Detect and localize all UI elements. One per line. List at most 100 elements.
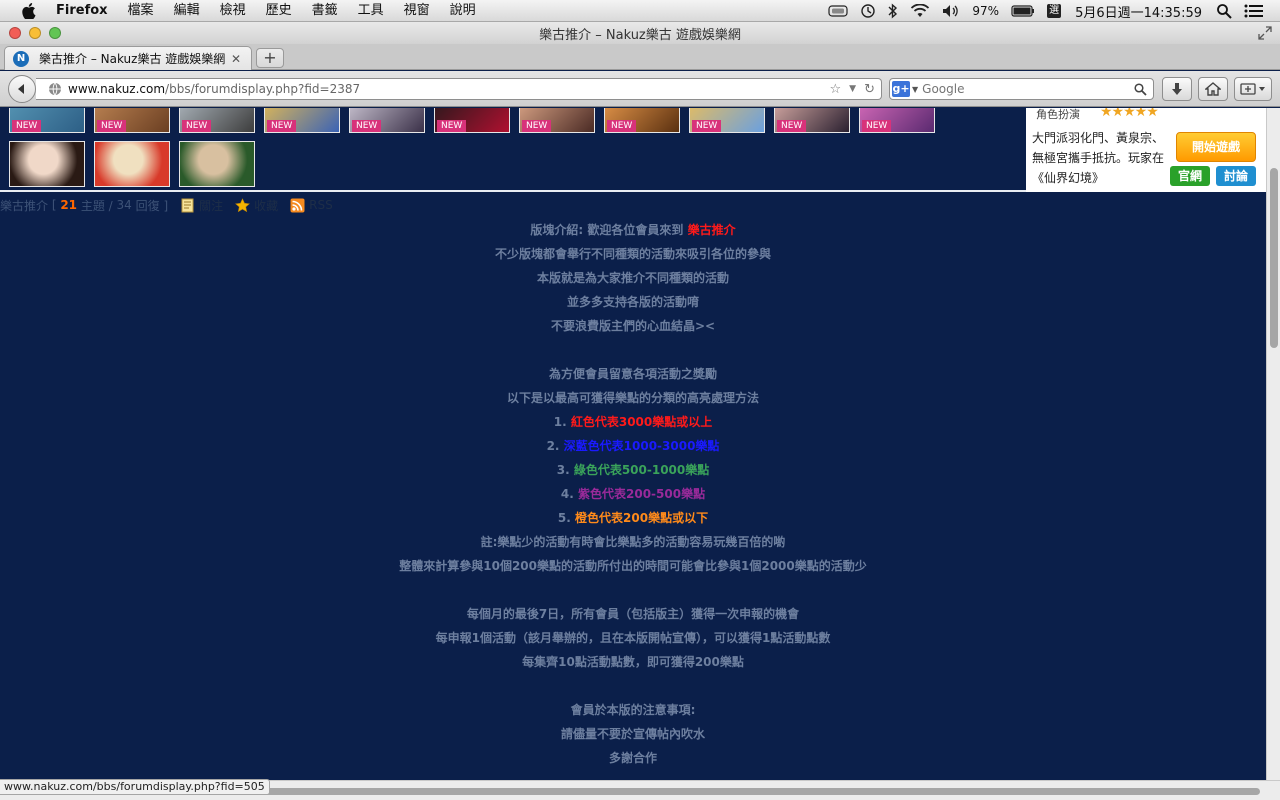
ad-rating-stars: ★★★★★ bbox=[1100, 108, 1159, 120]
reward-level-number: 3. bbox=[556, 463, 574, 477]
official-site-button[interactable]: 官網 bbox=[1170, 166, 1210, 186]
globe-icon bbox=[49, 82, 61, 96]
menu-window[interactable]: 視窗 bbox=[394, 0, 440, 22]
favorite-label: 收藏 bbox=[254, 198, 279, 213]
search-bar[interactable]: g+ ▼ bbox=[889, 78, 1154, 100]
forum-description: 版塊介紹: 歡迎各位會員來到 樂古推介 不少版塊都會舉行不同種類的活動來吸引各位… bbox=[0, 218, 1266, 770]
game-thumbnail[interactable]: NEW bbox=[434, 108, 510, 133]
reload-icon[interactable]: ↻ bbox=[864, 82, 875, 97]
vertical-scroll-thumb[interactable] bbox=[1270, 168, 1278, 348]
window-title: 樂古推介 – Nakuz樂古 遊戲娛樂網 bbox=[539, 27, 741, 43]
menu-file[interactable]: 檔案 bbox=[118, 0, 164, 22]
menu-edit[interactable]: 編輯 bbox=[164, 0, 210, 22]
menubar-clock[interactable]: 5月6日週一14:35:59 bbox=[1067, 2, 1210, 21]
reward-level-number: 5. bbox=[557, 511, 576, 525]
intro-line: 整體來計算參與10個200樂點的活動所付出的時間可能會比參與1個2000樂點的活… bbox=[399, 559, 867, 573]
home-icon bbox=[1205, 82, 1221, 96]
search-engine-icon[interactable]: g+ bbox=[892, 81, 910, 97]
volume-icon[interactable] bbox=[936, 0, 966, 22]
zoom-window-button[interactable] bbox=[49, 27, 61, 39]
search-engine-dropdown-icon[interactable]: ▼ bbox=[912, 85, 918, 94]
tab-close-icon[interactable]: ✕ bbox=[229, 52, 243, 66]
intro-line: 本版就是為大家推介不同種類的活動 bbox=[536, 271, 729, 285]
menu-tools[interactable]: 工具 bbox=[348, 0, 394, 22]
puzzle-dropdown-icon bbox=[1240, 83, 1265, 95]
reply-label: 回復 ] bbox=[131, 198, 169, 213]
game-thumbnail[interactable]: NEW bbox=[859, 108, 935, 133]
vertical-scrollbar[interactable] bbox=[1266, 108, 1280, 780]
game-thumbnail[interactable]: NEW bbox=[9, 108, 85, 133]
rss-label: RSS bbox=[309, 198, 333, 212]
search-input[interactable] bbox=[922, 82, 1134, 96]
intro-line: 為方便會員留意各項活動之獎勵 bbox=[548, 367, 717, 381]
new-badge: NEW bbox=[777, 120, 807, 132]
game-thumbnail[interactable] bbox=[9, 141, 85, 187]
reward-level-text: 橙色代表200樂點或以下 bbox=[575, 511, 709, 525]
game-thumbnail[interactable]: NEW bbox=[264, 108, 340, 133]
fullscreen-icon[interactable] bbox=[1258, 26, 1272, 40]
url-dropdown-icon[interactable]: ▼ bbox=[849, 84, 856, 94]
url-bar[interactable]: www.nakuz.com/bbs/forumdisplay.php?fid=2… bbox=[36, 78, 882, 100]
intro-line: 請儘量不要於宣傳帖內吹水 bbox=[560, 727, 705, 741]
display-icon[interactable] bbox=[822, 0, 854, 22]
close-window-button[interactable] bbox=[9, 27, 21, 39]
bluetooth-icon[interactable] bbox=[882, 0, 904, 22]
reward-level-item: 4. 紫色代表200-500樂點 bbox=[0, 482, 1266, 506]
home-button[interactable] bbox=[1198, 77, 1228, 101]
new-tab-button[interactable]: + bbox=[256, 48, 284, 68]
spotlight-search-icon[interactable] bbox=[1210, 0, 1238, 22]
game-thumbnail[interactable]: NEW bbox=[774, 108, 850, 133]
app-menu-firefox[interactable]: Firefox bbox=[54, 0, 118, 22]
reward-level-text: 綠色代表500-1000樂點 bbox=[573, 463, 710, 477]
game-thumbnail[interactable]: NEW bbox=[94, 108, 170, 133]
bookmark-star-icon[interactable]: ☆ bbox=[830, 82, 842, 97]
game-thumbnail[interactable]: NEW bbox=[519, 108, 595, 133]
follow-icon bbox=[181, 198, 194, 212]
menu-view[interactable]: 檢視 bbox=[210, 0, 256, 22]
start-game-button[interactable]: 開始遊戲 bbox=[1176, 132, 1256, 162]
menu-history[interactable]: 歷史 bbox=[256, 0, 302, 22]
game-thumbnail[interactable] bbox=[179, 141, 255, 187]
game-thumbnail[interactable]: NEW bbox=[349, 108, 425, 133]
intro-line: 每集齊10點活動點數，即可獲得200樂點 bbox=[522, 655, 744, 669]
apple-menu-icon[interactable] bbox=[18, 0, 40, 22]
game-thumbnail[interactable]: NEW bbox=[689, 108, 765, 133]
game-thumbnail[interactable]: NEW bbox=[604, 108, 680, 133]
url-host: www.nakuz.com bbox=[68, 82, 166, 96]
reward-level-item: 2. 深藍色代表1000-3000樂點 bbox=[0, 434, 1266, 458]
minimize-window-button[interactable] bbox=[29, 27, 41, 39]
battery-icon[interactable] bbox=[1005, 0, 1041, 22]
favorite-link[interactable]: 收藏 bbox=[235, 197, 278, 214]
new-badge: NEW bbox=[692, 120, 722, 132]
downloads-button[interactable] bbox=[1162, 77, 1192, 101]
game-thumbnail[interactable]: NEW bbox=[179, 108, 255, 133]
game-ad-panel: 角色扮演 ★★★★★ 大門派羽化門、黃泉宗、無極宮攜手抵抗。玩家在《仙界幻境》 … bbox=[1026, 108, 1266, 192]
reply-count: 34 bbox=[116, 198, 132, 212]
reward-level-number: 1. bbox=[553, 415, 571, 429]
new-badge: NEW bbox=[522, 120, 552, 132]
forum-name: 樂古推介 bbox=[0, 198, 49, 213]
game-thumbnail-strip: NEW NEW NEW NEW NEW NEW NEW NEW NEW NEW NEW bbox=[0, 108, 1012, 192]
search-icon[interactable] bbox=[1134, 82, 1147, 96]
tab-active[interactable]: N 樂古推介 – Nakuz樂古 遊戲娛樂網 ✕ bbox=[4, 46, 252, 70]
tab-strip: N 樂古推介 – Nakuz樂古 遊戲娛樂網 ✕ + bbox=[0, 44, 1280, 70]
new-badge: NEW bbox=[437, 120, 467, 132]
game-thumbnail[interactable] bbox=[94, 141, 170, 187]
back-button[interactable] bbox=[8, 75, 36, 103]
extensions-button[interactable] bbox=[1234, 77, 1272, 101]
follow-link[interactable]: 關注 bbox=[180, 197, 223, 214]
forum-bracket-open: [ bbox=[48, 198, 61, 212]
new-badge: NEW bbox=[862, 120, 892, 132]
notification-center-icon[interactable] bbox=[1238, 0, 1270, 22]
input-method-icon[interactable]: 選 bbox=[1047, 4, 1062, 18]
wifi-icon[interactable] bbox=[904, 0, 936, 22]
intro-forum-link[interactable]: 樂古推介 bbox=[688, 223, 736, 237]
intro-line: 註:樂點少的活動有時會比樂點多的活動容易玩幾百倍的喲 bbox=[480, 535, 786, 549]
discuss-button[interactable]: 討論 bbox=[1216, 166, 1256, 186]
horizontal-scroll-thumb[interactable] bbox=[260, 788, 1260, 795]
time-machine-icon[interactable] bbox=[854, 0, 882, 22]
intro-line: 以下是以最高可獲得樂點的分類的高亮處理方法 bbox=[506, 391, 759, 405]
menu-bookmarks[interactable]: 書籤 bbox=[302, 0, 348, 22]
menu-help[interactable]: 說明 bbox=[440, 0, 486, 22]
rss-link[interactable]: RSS bbox=[290, 198, 333, 213]
